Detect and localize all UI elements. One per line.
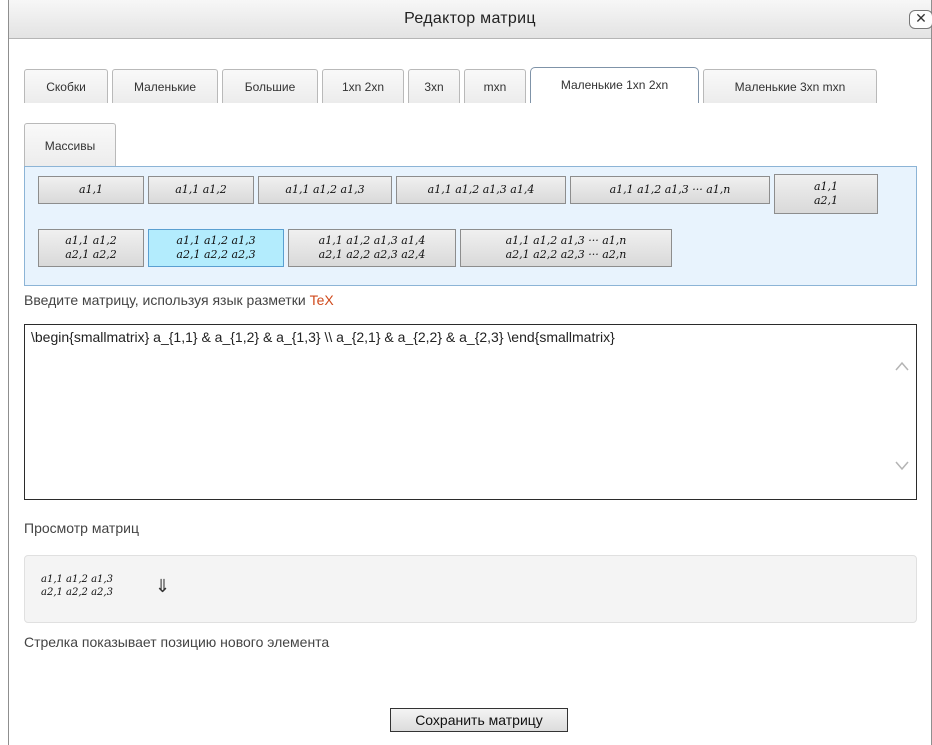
tab-bar: Скобки Маленькие Большие 1xn 2xn 3xn mxn…: [24, 67, 914, 167]
tab-arrays[interactable]: Массивы: [24, 123, 116, 167]
matrix-button-2xn[interactable]: a1,1 a1,2 a1,3 ··· a1,n a2,1 a2,2 a2,3 ·…: [460, 229, 672, 267]
matrix-preview: a1,1 a1,2 a1,3 a2,1 a2,2 a2,3 ⇓: [24, 555, 917, 623]
tab-large[interactable]: Большие: [222, 69, 318, 103]
matrix-button-2x4[interactable]: a1,1 a1,2 a1,3 a1,4 a2,1 a2,2 a2,3 a2,4: [288, 229, 456, 267]
close-button[interactable]: ✕: [909, 10, 932, 29]
tab-1xn-2xn[interactable]: 1xn 2xn: [322, 69, 404, 103]
tex-link[interactable]: TeX: [310, 292, 334, 308]
matrix-button-1x3[interactable]: a1,1 a1,2 a1,3: [258, 176, 392, 204]
down-double-arrow-icon: ⇓: [155, 576, 171, 596]
matrix-button-2x2[interactable]: a1,1 a1,2 a2,1 a2,2: [38, 229, 144, 267]
tab-mxn[interactable]: mxn: [464, 69, 526, 103]
tab-small[interactable]: Маленькие: [112, 69, 218, 103]
matrix-button-1x4[interactable]: a1,1 a1,2 a1,3 a1,4: [396, 176, 566, 204]
close-icon: ✕: [915, 10, 927, 26]
title-bar: Редактор матриц ✕: [9, 0, 932, 39]
position-hint: Стрелка показывает позицию нового элемен…: [24, 634, 330, 650]
preview-matrix: a1,1 a1,2 a1,3 a2,1 a2,2 a2,3: [41, 574, 113, 598]
tab-brackets[interactable]: Скобки: [24, 69, 108, 103]
save-matrix-button[interactable]: Сохранить матрицу: [390, 708, 568, 732]
matrix-button-1x2[interactable]: a1,1 a1,2: [148, 176, 254, 204]
matrix-tex-input[interactable]: \begin{smallmatrix} a_{1,1} & a_{1,2} & …: [24, 324, 917, 500]
matrix-button-2x3[interactable]: a1,1 a1,2 a1,3 a2,1 a2,2 a2,3: [148, 229, 284, 267]
preview-label: Просмотр матриц: [24, 520, 139, 536]
tab-small-3xn-mxn[interactable]: Маленькие 3xn mxn: [703, 69, 877, 103]
tab-3xn[interactable]: 3xn: [408, 69, 460, 103]
matrix-tex-input-value: \begin{smallmatrix} a_{1,1} & a_{1,2} & …: [31, 329, 615, 345]
matrix-buttons-panel: a1,1 a1,1 a1,2 a1,1 a1,2 a1,3 a1,1 a1,2 …: [24, 166, 917, 286]
matrix-button-2x1[interactable]: a1,1 a2,1: [774, 174, 878, 214]
scroll-up-icon[interactable]: [894, 359, 910, 371]
scroll-down-icon[interactable]: [894, 459, 910, 471]
dialog-title: Редактор матриц: [404, 10, 536, 27]
input-label-text: Введите матрицу, используя язык разметки: [24, 292, 306, 308]
matrix-button-1x1[interactable]: a1,1: [38, 176, 144, 204]
input-label: Введите матрицу, используя язык разметки…: [24, 292, 334, 308]
matrix-button-1xn[interactable]: a1,1 a1,2 a1,3 ··· a1,n: [570, 176, 770, 204]
tab-small-1xn-2xn[interactable]: Маленькие 1xn 2xn: [530, 67, 699, 103]
